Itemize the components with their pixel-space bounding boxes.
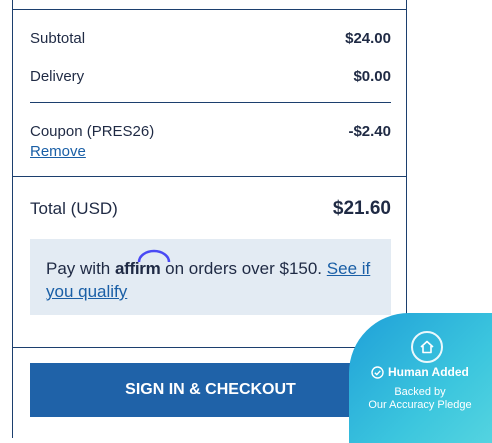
- checkout-divider: [12, 347, 407, 348]
- home-icon: [411, 331, 443, 363]
- total-value: $21.60: [332, 198, 391, 219]
- total-label: Total (USD): [30, 199, 118, 218]
- coupon-value: -$2.40: [348, 123, 391, 140]
- total-divider: [12, 176, 407, 177]
- subtotal-value: $24.00: [345, 30, 391, 47]
- delivery-row: Delivery $0.00: [30, 68, 391, 85]
- delivery-value: $0.00: [353, 68, 391, 85]
- subtotal-label: Subtotal: [30, 30, 86, 47]
- accuracy-pledge-badge[interactable]: Human Added Backed by Our Accuracy Pledg…: [349, 313, 492, 443]
- affirm-logo: affirm: [115, 249, 171, 280]
- affirm-middle: on orders over $150.: [165, 259, 323, 278]
- coupon-divider: [30, 102, 391, 103]
- summary-top-divider: [12, 9, 407, 10]
- delivery-label: Delivery: [30, 68, 85, 85]
- subtotal-row: Subtotal $24.00: [30, 30, 391, 47]
- remove-coupon-link[interactable]: Remove: [30, 143, 86, 160]
- badge-subtitle: Backed by Our Accuracy Pledge: [349, 386, 491, 412]
- check-circle-icon: [371, 365, 384, 379]
- sign-in-checkout-button[interactable]: SIGN IN & CHECKOUT: [30, 363, 391, 417]
- badge-title-text: Human Added: [388, 365, 469, 379]
- affirm-arc-icon: [137, 249, 171, 263]
- affirm-prefix: Pay with: [46, 259, 111, 278]
- total-row: Total (USD) $21.60: [30, 198, 391, 220]
- coupon-row: Coupon (PRES26) -$2.40: [30, 123, 391, 140]
- badge-title: Human Added: [371, 365, 469, 379]
- affirm-promo: Pay with affirm on orders over $150. See…: [30, 239, 391, 315]
- badge-line1: Backed by: [394, 386, 446, 398]
- badge-line2: Our Accuracy Pledge: [368, 399, 472, 411]
- coupon-label: Coupon (PRES26): [30, 123, 155, 140]
